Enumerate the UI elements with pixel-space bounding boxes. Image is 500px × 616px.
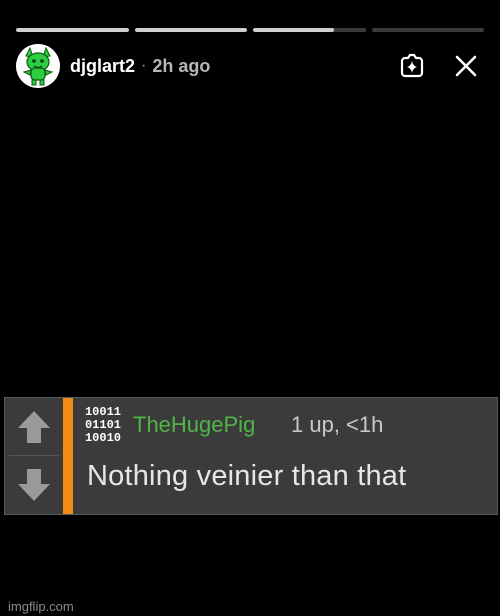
green-creature-avatar bbox=[16, 44, 60, 88]
comment-text: Nothing veinier than that bbox=[87, 460, 407, 492]
badge-row-3: 10010 bbox=[85, 431, 121, 444]
story-header: djglart2 · 2h ago bbox=[16, 44, 484, 88]
comment-content: 10011 01101 10010 TheHugePig 1 up, <1h N… bbox=[81, 398, 489, 514]
binary-badge-icon: 10011 01101 10010 bbox=[81, 404, 125, 444]
badge-row-1: 10011 bbox=[85, 405, 121, 419]
comment-author[interactable]: TheHugePig bbox=[133, 412, 255, 438]
close-icon bbox=[455, 55, 477, 77]
progress-segment-4 bbox=[371, 28, 484, 32]
avatar[interactable] bbox=[16, 44, 60, 88]
downvote-button[interactable] bbox=[5, 456, 63, 514]
username[interactable]: djglart2 bbox=[70, 56, 135, 77]
comment-card: 10011 01101 10010 TheHugePig 1 up, <1h N… bbox=[4, 397, 498, 515]
badge-row-2: 01101 bbox=[85, 418, 121, 432]
progress-segment-1 bbox=[16, 28, 129, 32]
separator-dot: · bbox=[141, 57, 147, 74]
sparkle-camera-icon bbox=[400, 53, 424, 78]
story-progress-bar bbox=[16, 28, 484, 32]
sparkle-camera-button[interactable] bbox=[394, 48, 430, 84]
comment-accent-bar bbox=[63, 398, 73, 514]
vote-column bbox=[5, 398, 63, 514]
timestamp: 2h ago bbox=[152, 55, 211, 76]
comment-meta: 1 up, <1h bbox=[291, 412, 384, 437]
upvote-button[interactable] bbox=[5, 398, 63, 456]
progress-segment-2 bbox=[134, 28, 247, 32]
close-button[interactable] bbox=[448, 48, 484, 84]
progress-segment-3 bbox=[253, 28, 366, 32]
upvote-arrow-icon bbox=[18, 411, 50, 443]
watermark: imgflip.com bbox=[8, 599, 74, 614]
downvote-arrow-icon bbox=[18, 469, 50, 501]
